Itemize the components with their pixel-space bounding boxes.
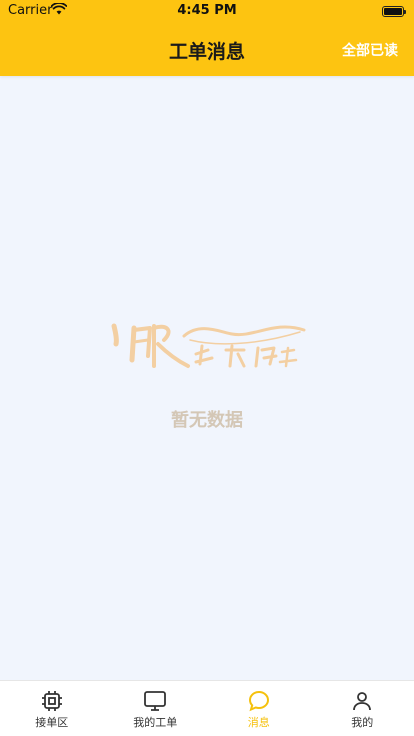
monitor-icon <box>144 691 167 711</box>
tab-label: 我的 <box>351 716 374 729</box>
status-bar: Carrier 4:45 PM <box>0 0 414 22</box>
chip-icon <box>41 691 62 711</box>
tab-order-area[interactable]: 接单区 <box>0 681 104 736</box>
clock-label: 4:45 PM <box>177 3 237 18</box>
empty-state: 暂无数据 <box>0 76 414 680</box>
tab-bar: 接单区 我的工单 消息 我的 <box>0 680 414 736</box>
header: Carrier 4:45 PM 工单消息 全部已读 <box>0 0 414 76</box>
mark-all-read-button[interactable]: 全部已读 <box>342 40 398 60</box>
tab-messages[interactable]: 消息 <box>207 681 311 736</box>
message-screen: Carrier 4:45 PM 工单消息 全部已读 暂无数据 接单区 我的工单 … <box>0 0 414 736</box>
chat-bubble-icon <box>248 690 269 712</box>
tab-label: 消息 <box>247 716 270 729</box>
tab-my-orders[interactable]: 我的工单 <box>104 681 208 736</box>
battery-level <box>384 8 402 15</box>
tab-profile[interactable]: 我的 <box>311 681 414 736</box>
calligraphy-logo-icon <box>104 316 310 386</box>
tab-label: 接单区 <box>35 716 69 729</box>
empty-message: 暂无数据 <box>171 410 243 431</box>
tab-label: 我的工单 <box>133 716 178 729</box>
nav-bar: 工单消息 全部已读 <box>0 22 414 76</box>
person-icon <box>353 692 372 711</box>
battery-icon <box>382 6 406 17</box>
